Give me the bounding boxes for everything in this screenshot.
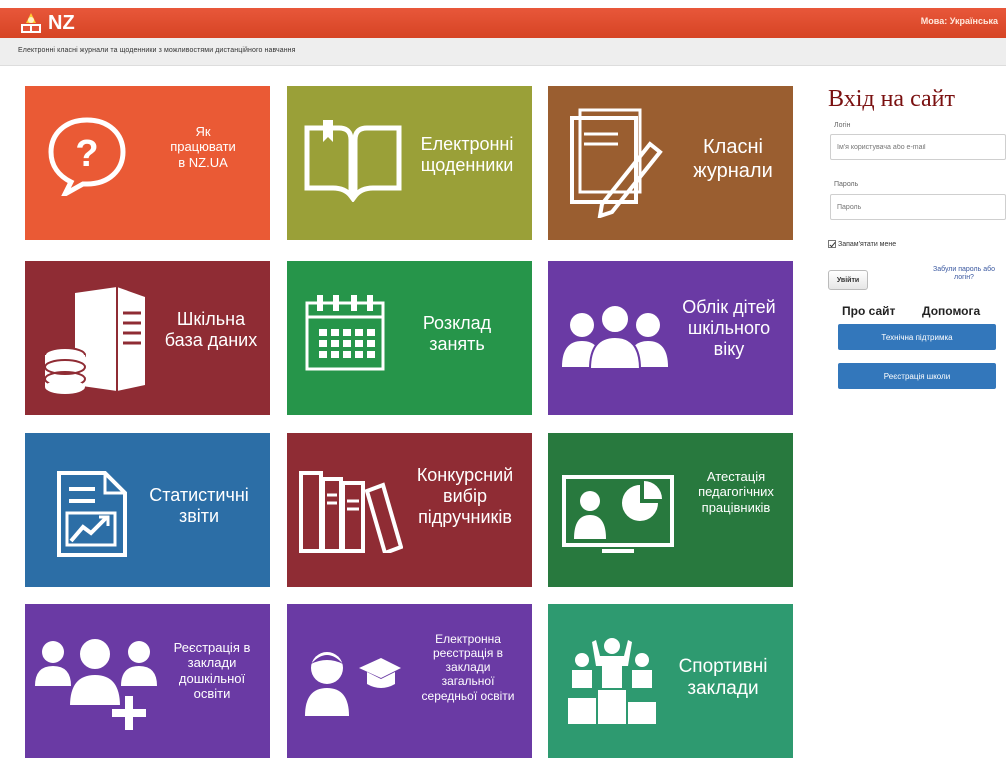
login-label: Логін [834,122,851,129]
signin-button[interactable]: Увійти [828,270,868,290]
tile-label: Класні журнали [693,136,773,182]
report-chart-icon [55,469,129,564]
notebook-pencil-icon [568,108,668,223]
tile-label: Облік дітей шкільного віку [682,297,776,360]
tile-label: Шкільна база даних [164,309,258,351]
site-tagline: Електронні класні журнали та щоденники з… [18,47,296,54]
tile-label: Розклад занять [422,313,492,355]
podium-winners-icon [566,636,658,731]
tile-journals[interactable]: Класні журнали [548,86,793,240]
login-input[interactable] [830,134,1006,160]
tile-label: Конкурсний вибір підручників [416,465,514,528]
tagline-bar: Електронні класні журнали та щоденники з… [0,38,1006,66]
tech-support-button[interactable]: Технічна підтримка [838,324,996,350]
tile-label: Спортивні заклади [678,656,768,700]
tile-attestation[interactable]: Атестація педагогічних працівників [548,433,793,587]
tile-diaries[interactable]: Електронні щоденники [287,86,532,240]
login-panel: Вхід на сайт Логін Пароль Запам'ятати ме… [822,80,1006,400]
remember-me-checkbox[interactable]: Запам'ятати мене [828,240,896,248]
top-header-bar: NZ Мова: Українська [0,8,1006,38]
add-people-icon [33,634,159,737]
tile-schedule[interactable]: Розклад занять [287,261,532,415]
tile-school-db[interactable]: Шкільна база даних [25,261,270,415]
server-database-icon [41,283,151,400]
login-title: Вхід на сайт [828,86,955,112]
tile-label: Як працювати в NZ.UA [170,124,236,170]
open-book-icon [301,118,405,207]
password-input[interactable] [830,194,1006,220]
about-link[interactable]: Про сайт [842,304,895,318]
tile-label: Електронна реєстрація в заклади загально… [421,632,515,703]
remember-me-label: Запам'ятати мене [838,240,897,248]
tile-school-registration[interactable]: Електронна реєстрація в заклади загально… [287,604,532,758]
question-bubble-icon: ? [45,112,129,201]
nz-book-logo-icon [18,11,44,35]
tile-preschool[interactable]: Реєстрація в заклади дошкільної освіти [25,604,270,758]
brand-name: NZ [48,11,75,34]
tile-label: Реєстрація в заклади дошкільної освіти [173,640,251,701]
brand-home-link[interactable]: NZ [18,10,75,36]
tile-textbooks[interactable]: Конкурсний вибір підручників [287,433,532,587]
tile-sports[interactable]: Спортивні заклади [548,604,793,758]
help-link[interactable]: Допомога [922,304,980,318]
tile-stats[interactable]: Статистичні звіти [25,433,270,587]
presentation-screen-icon [562,473,674,558]
books-icon [299,471,404,558]
tile-children[interactable]: Облік дітей шкільного віку [548,261,793,415]
tile-label: Електронні щоденники [420,134,514,176]
password-label: Пароль [834,181,859,188]
tile-label: Атестація педагогічних працівників [698,469,774,515]
tile-how-to[interactable]: ? Як працювати в NZ.UA [25,86,270,240]
svg-text:?: ? [75,133,98,175]
language-selector[interactable]: Мова: Українська [921,16,998,26]
checkbox-icon [828,240,836,248]
graduate-icon [301,644,401,721]
register-school-button[interactable]: Реєстрація школи [838,363,996,389]
people-group-icon [560,304,670,374]
calendar-icon [305,293,385,378]
tile-label: Статистичні звіти [149,485,249,527]
forgot-password-link[interactable]: Забули пароль або логін? [924,266,1004,283]
